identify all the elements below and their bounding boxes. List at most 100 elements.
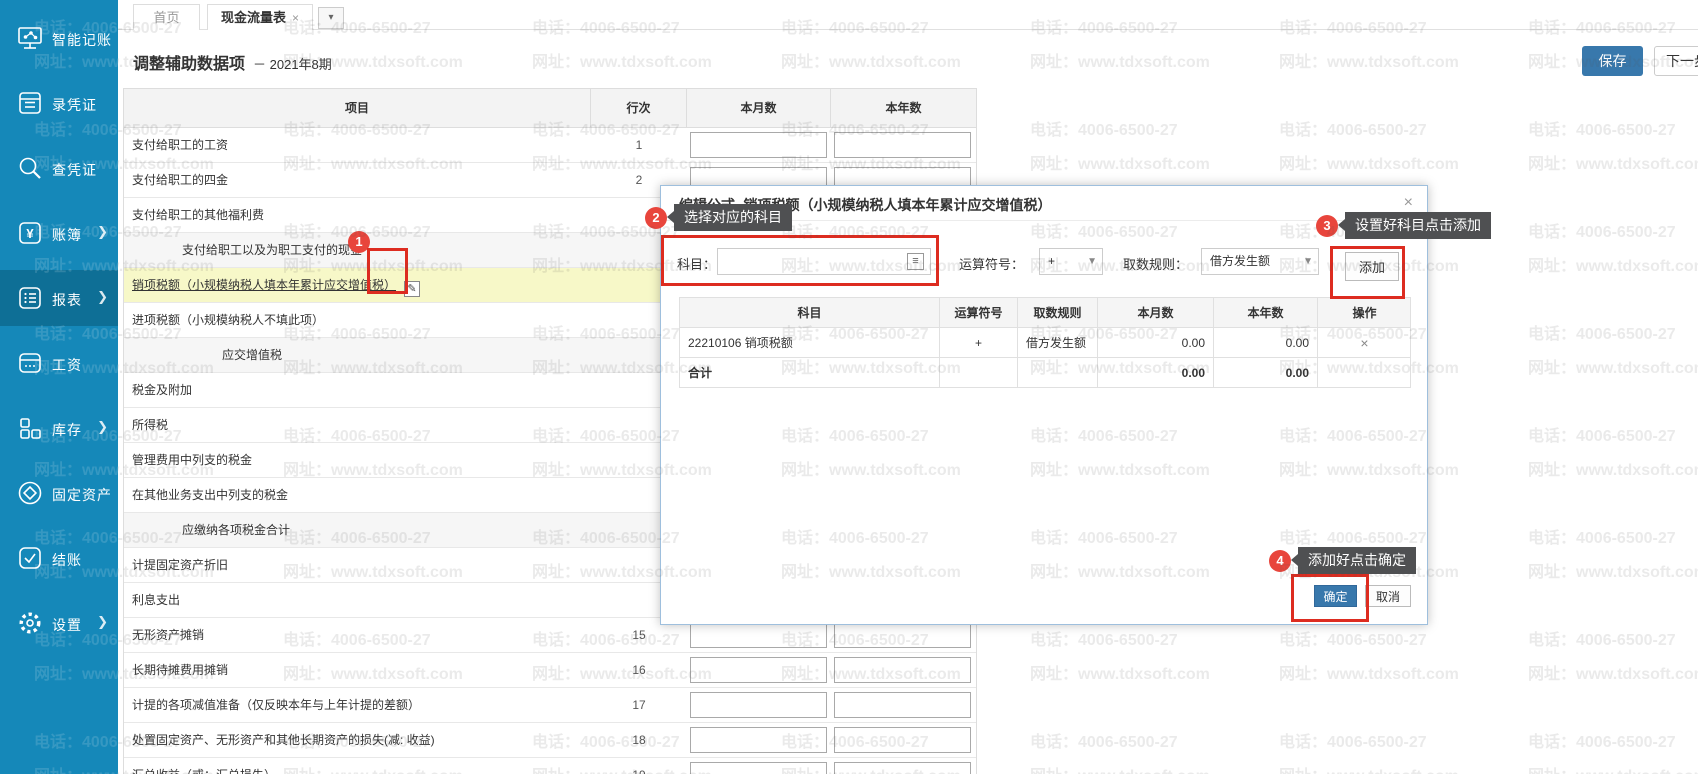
add-button[interactable]: 添加 (1345, 252, 1399, 281)
row-item-label: 长期待摊费用摊销 (132, 663, 228, 677)
month-value-input[interactable] (690, 657, 827, 683)
watermark-url-text: 网址：www.tdxsoft.com (1528, 354, 1698, 378)
delete-row-icon[interactable]: × (1318, 328, 1411, 357)
watermark-url-text: 网址：www.tdxsoft.com (1030, 762, 1210, 774)
ok-button[interactable]: 确定 (1314, 585, 1357, 607)
col-header-item: 项目 (124, 89, 591, 128)
watermark-url-text: 网址：www.tdxsoft.com (1279, 660, 1459, 684)
sidebar-item-label: 账簿 (52, 225, 82, 245)
sidebar-item-ledger[interactable]: ¥账簿❯ (0, 205, 118, 261)
table-header-row: 项目 行次 本月数 本年数 (124, 89, 976, 128)
month-cell (687, 723, 831, 758)
salary-card-icon (16, 349, 44, 377)
month-value-input[interactable] (690, 762, 827, 774)
year-value-input[interactable] (834, 657, 971, 683)
watermark-phone-text: 电话：4006-6500-27 (1528, 218, 1676, 242)
operator-select[interactable]: +▼ (1039, 248, 1103, 275)
row-line-number: 18 (591, 723, 687, 758)
sidebar-item-settings[interactable]: 设置❯ (0, 595, 118, 651)
month-value-input[interactable] (690, 692, 827, 718)
row-item-label: 支付给职工以及为职工支付的现金 (182, 243, 362, 257)
chevron-right-icon: ❯ (97, 289, 108, 305)
year-value-input[interactable] (834, 692, 971, 718)
col-action: 操作 (1318, 298, 1411, 327)
year-value-input[interactable] (834, 132, 971, 158)
watermark-url-text: 网址：www.tdxsoft.com (1030, 150, 1210, 174)
watermark-phone-text: 电话：4006-6500-27 (1528, 524, 1676, 548)
month-cell (687, 688, 831, 723)
sidebar-item-label: 工资 (52, 355, 82, 375)
sidebar-item-search-voucher[interactable]: 查凭证 (0, 140, 118, 196)
watermark-phone-text: 电话：4006-6500-27 (1528, 728, 1676, 752)
operator-label: 运算符号： (959, 254, 1024, 273)
row-item-label: 无形资产摊销 (132, 628, 204, 642)
row-item-label[interactable]: 销项税额（小规模纳税人填本年累计应交增值税） (132, 278, 396, 292)
watermark-phone-text: 电话：4006-6500-27 (1030, 626, 1178, 650)
sidebar-item-label: 固定资产 (52, 485, 112, 505)
chevron-down-icon: ▼ (1303, 249, 1313, 274)
row-line-number: 16 (591, 653, 687, 688)
watermark-url-text: 网址：www.tdxsoft.com (1528, 150, 1698, 174)
subject-input[interactable] (717, 248, 931, 275)
tab-close-icon[interactable]: × (292, 11, 299, 25)
sidebar-item-smart-voucher[interactable]: 智能记账 (0, 10, 118, 66)
month-value-input[interactable] (690, 622, 827, 648)
month-cell (687, 758, 831, 774)
col-operator: 运算符号 (940, 298, 1018, 327)
cancel-button[interactable]: 取消 (1365, 585, 1411, 607)
sidebar-item-record-voucher[interactable]: 录凭证 (0, 75, 118, 131)
next-step-button[interactable]: 下一步 (1654, 46, 1698, 76)
formula-row: 22210106 销项税额 + 借方发生额 0.00 0.00 × (680, 328, 1410, 358)
tab-list-dropdown[interactable]: ▾ (318, 7, 344, 29)
row-item-label: 应交增值税 (222, 348, 282, 362)
rule-select[interactable]: 借方发生额▼ (1201, 248, 1319, 275)
col-subject: 科目 (680, 298, 940, 327)
formula-year-value: 0.00 (1214, 328, 1318, 357)
watermark-phone-text: 电话：4006-6500-27 (1279, 116, 1427, 140)
total-year-value: 0.00 (1214, 358, 1318, 387)
watermark-phone-text: 电话：4006-6500-27 (1279, 728, 1427, 752)
watermark-url-text: 网址：www.tdxsoft.com (1528, 456, 1698, 480)
watermark-url-text: 网址：www.tdxsoft.com (1528, 354, 1698, 378)
tab-cash-flow[interactable]: 现金流量表× (207, 4, 313, 30)
sidebar-item-inventory[interactable]: 库存❯ (0, 400, 118, 456)
formula-table-header: 科目 运算符号 取数规则 本月数 本年数 操作 (680, 298, 1410, 328)
watermark-phone-text: 电话：4006-6500-27 (1030, 116, 1178, 140)
total-rule-empty (1018, 358, 1098, 387)
year-value-input[interactable] (834, 727, 971, 753)
year-cell (831, 653, 976, 688)
tab-bar: 首页 现金流量表× ▾ (118, 0, 1698, 30)
sidebar-item-label: 库存 (52, 420, 82, 440)
month-value-input[interactable] (690, 727, 827, 753)
sidebar-item-closing[interactable]: 结账 (0, 530, 118, 586)
row-item-label: 支付给职工的其他福利费 (132, 208, 264, 222)
watermark-url-text: 网址：www.tdxsoft.com (1528, 660, 1698, 684)
edit-pencil-icon[interactable]: ✎ (404, 281, 420, 297)
sidebar-item-report[interactable]: 报表❯ (0, 270, 118, 326)
period-label: － 2021年8期 (253, 57, 332, 72)
sidebar-item-label: 智能记账 (52, 30, 112, 50)
dialog-close-icon[interactable]: × (1404, 194, 1413, 212)
col-header-month: 本月数 (687, 89, 831, 128)
tab-home[interactable]: 首页 (133, 4, 200, 30)
sidebar-item-fixed-assets[interactable]: 固定资产 (0, 465, 118, 521)
chevron-down-icon: ▼ (1087, 249, 1097, 274)
row-item-label: 所得税 (132, 418, 168, 432)
month-value-input[interactable] (690, 132, 827, 158)
page-title-text: 调整辅助数据项 (133, 56, 245, 73)
subject-picker-icon[interactable]: ≡ (907, 253, 924, 270)
watermark-phone-text: 电话：4006-6500-27 (1279, 626, 1427, 650)
sidebar-item-salary[interactable]: 工资 (0, 335, 118, 391)
report-list-icon (16, 284, 44, 312)
formula-operator: + (940, 328, 1018, 357)
total-month-value: 0.00 (1098, 358, 1214, 387)
watermark-url-text: 网址：www.tdxsoft.com (1528, 252, 1698, 276)
year-value-input[interactable] (834, 762, 971, 774)
dialog-title: 编辑公式- 销项税额（小规模纳税人填本年累计应交增值税） (679, 195, 1052, 215)
year-cell (831, 758, 976, 774)
row-line-number: 19 (591, 758, 687, 774)
row-item-label: 处置固定资产、无形资产和其他长期资产的损失(减: 收益) (132, 733, 435, 747)
save-button[interactable]: 保存 (1582, 46, 1643, 76)
year-value-input[interactable] (834, 622, 971, 648)
month-cell (687, 128, 831, 163)
